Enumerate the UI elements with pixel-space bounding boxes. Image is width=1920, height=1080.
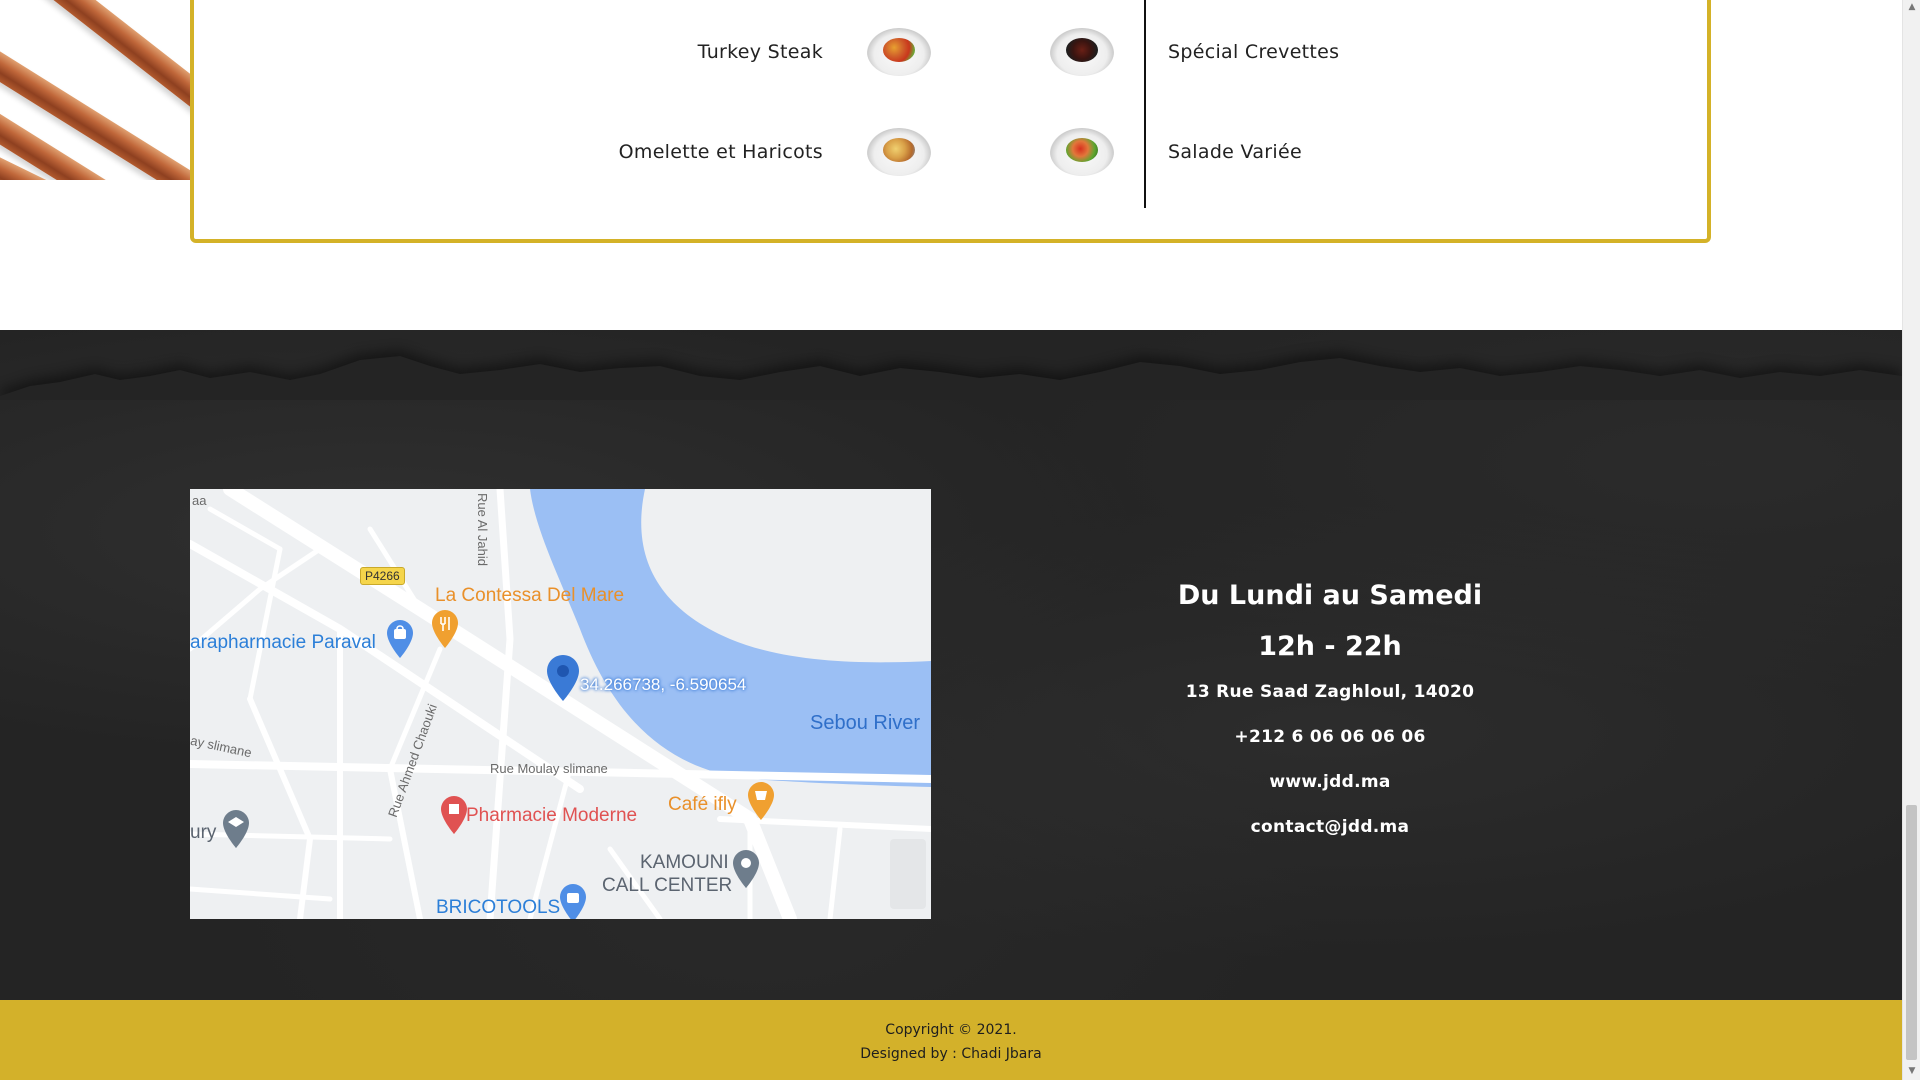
road-badge: P4266 <box>360 567 405 585</box>
scroll-down-icon[interactable]: ▼ <box>1907 1066 1917 1076</box>
copyright-bar: Copyright © 2021. Designed by : Chadi Jb… <box>0 1000 1902 1080</box>
menu-item-label: Turkey Steak <box>697 41 823 63</box>
menu-item-omelette: Omelette et Haricots <box>523 128 931 176</box>
opening-hours: 12h - 22h <box>1258 631 1402 662</box>
business-pin-icon[interactable] <box>733 850 759 888</box>
map-canvas <box>190 489 931 919</box>
menu-item-label: Spécial Crevettes <box>1168 41 1340 63</box>
shrimp-image <box>1050 28 1114 76</box>
omelette-image <box>867 128 931 176</box>
map-label-restaurant: La Contessa Del Mare <box>435 585 625 606</box>
address-text: 13 Rue Saad Zaghloul, 14020 <box>1185 682 1475 702</box>
contact-info: Du Lundi au Samedi 12h - 22h 13 Rue Saad… <box>1150 580 1510 862</box>
shopping-pin-icon[interactable] <box>387 620 413 658</box>
turkey-steak-image <box>867 28 931 76</box>
map-label-pharmacie: Pharmacie Moderne <box>466 805 638 826</box>
location-map[interactable]: aa P4266 Rue Al Jahid La Contessa Del Ma… <box>190 489 931 919</box>
page-scrollbar[interactable]: ▲ ▼ <box>1902 0 1920 1080</box>
phone-text[interactable]: +212 6 06 06 06 06 <box>1150 727 1510 747</box>
pharmacy-pin-icon[interactable] <box>441 796 467 834</box>
menu-item-crevettes: Spécial Crevettes <box>1050 28 1339 76</box>
map-label-road-al-jahid: Rue Al Jahid <box>475 493 490 566</box>
scroll-up-icon[interactable]: ▲ <box>1907 2 1917 12</box>
map-label-call-center-1: KAMOUNI <box>640 852 729 873</box>
menu-box: Turkey Steak Omelette et Haricots Spécia… <box>190 0 1711 243</box>
designer-credit: Designed by : Chadi Jbara <box>860 1046 1042 1062</box>
menu-item-turkey-steak: Turkey Steak <box>623 28 931 76</box>
restaurant-pin-icon[interactable] <box>432 610 458 648</box>
map-label-school: ury <box>190 822 217 843</box>
scrollbar-thumb[interactable] <box>1906 805 1917 1060</box>
map-label-road-moulay: Rue Moulay slimane <box>490 761 608 776</box>
menu-item-salade: Salade Variée <box>1050 128 1302 176</box>
website-link[interactable]: www.jdd.ma <box>1269 772 1390 792</box>
copyright-text: Copyright © 2021. <box>885 1022 1017 1038</box>
hardware-pin-icon[interactable] <box>560 884 586 919</box>
map-label-bricotools: BRICOTOOLS <box>436 897 561 918</box>
cafe-pin-icon[interactable] <box>748 782 774 820</box>
torn-edge-decoration <box>0 350 1902 400</box>
map-label-parapharmacie: arapharmacie Paraval <box>190 632 376 653</box>
school-pin-icon[interactable] <box>223 810 249 848</box>
salad-image <box>1050 128 1114 176</box>
map-label-cafe: Café ifly <box>668 794 737 815</box>
location-pin-icon[interactable] <box>547 655 579 701</box>
map-label-coordinates: 34.266738, -6.590654 <box>580 675 747 694</box>
menu-item-label: Salade Variée <box>1168 141 1302 163</box>
cinnamon-decoration <box>0 0 200 180</box>
email-link[interactable]: contact@jdd.ma <box>1251 817 1410 837</box>
map-label-corner: aa <box>192 493 207 508</box>
menu-item-label: Omelette et Haricots <box>618 141 823 163</box>
opening-days: Du Lundi au Samedi <box>1177 580 1483 611</box>
map-label-river: Sebou River <box>810 712 921 734</box>
map-label-call-center-2: CALL CENTER <box>602 875 733 896</box>
